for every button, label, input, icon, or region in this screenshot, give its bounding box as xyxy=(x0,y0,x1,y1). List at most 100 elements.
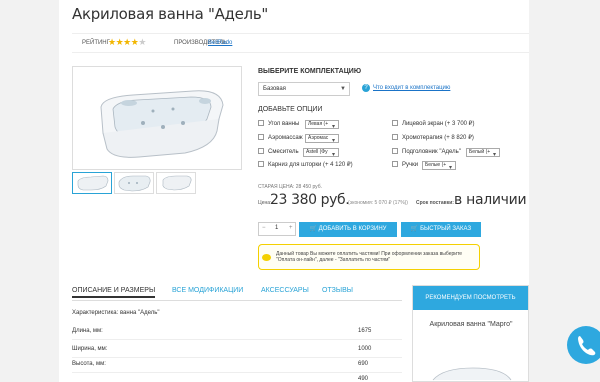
cart-icon: 🛒 xyxy=(309,226,317,232)
tab-accessories[interactable]: АКСЕССУАРЫ xyxy=(261,287,309,294)
chevron-down-icon: ▼ xyxy=(340,86,346,92)
wallet-icon xyxy=(262,254,271,261)
config-select[interactable]: Базовая ▼ xyxy=(258,82,350,96)
spec-value: 1675 xyxy=(358,328,372,334)
option-handles[interactable]: Ручки xyxy=(392,160,418,170)
config-help-link[interactable]: Что входит в комплектацию xyxy=(373,85,450,91)
specs-title: Характеристика: ванна "Адель" xyxy=(72,310,160,316)
thumbnail[interactable] xyxy=(156,172,196,194)
checkbox[interactable] xyxy=(258,161,264,168)
decrement-button[interactable]: − xyxy=(262,225,266,231)
option-label: Лицевой экран (+ 3 700 ₽) xyxy=(402,121,475,127)
bathtub-thumb-image xyxy=(118,175,151,192)
option-corner[interactable]: Угол ванны xyxy=(258,119,299,129)
checkbox[interactable] xyxy=(258,148,264,155)
spec-row: 490 xyxy=(72,370,402,382)
option-aeromassage[interactable]: Аэромассаж xyxy=(258,133,303,143)
bathtub-thumb-image xyxy=(162,175,192,191)
recommend-box: РЕКОМЕНДУЕМ ПОСМОТРЕТЬ Акриловая ванна "… xyxy=(412,285,529,382)
quick-order-button[interactable]: 🛒 БЫСТРЫЙ ЗАКАЗ xyxy=(401,222,481,237)
option-headrest[interactable]: Подголовник "Адель" xyxy=(392,147,461,157)
corner-select[interactable]: Левая (+ ▾ xyxy=(305,120,339,129)
rating-stars[interactable]: ★★★★★ xyxy=(108,37,146,48)
recommend-product-image[interactable] xyxy=(413,362,528,382)
maker-link[interactable]: BellRado xyxy=(208,40,232,46)
option-label: Аэромассаж xyxy=(268,135,303,141)
option-label: Смеситель xyxy=(268,149,299,155)
quantity-value[interactable]: 1 xyxy=(275,225,278,231)
checkbox[interactable] xyxy=(258,134,264,141)
cart-icon: 🛒 xyxy=(410,226,419,232)
phone-icon xyxy=(578,336,596,356)
chevron-down-icon: ▾ xyxy=(331,152,335,157)
star-icon: ★ xyxy=(108,37,116,47)
increment-button[interactable]: + xyxy=(289,225,293,231)
spec-key: Ширина, мм: xyxy=(72,346,108,352)
chevron-down-icon: ▾ xyxy=(492,152,496,157)
option-chromotherapy[interactable]: Хромотерапия (+ 8 820 ₽) xyxy=(392,133,474,143)
quick-order-label: БЫСТРЫЙ ЗАКАЗ xyxy=(420,226,472,232)
chevron-down-icon: ▾ xyxy=(331,124,335,129)
handles-select[interactable]: Белые (+ ▾ xyxy=(422,161,456,170)
mixer-select[interactable]: Astell (Фу ▾ xyxy=(303,148,339,157)
thumbnail[interactable] xyxy=(114,172,154,194)
option-label: Подголовник "Адель" xyxy=(402,149,461,155)
economy: (экономия: 5 070 ₽ (17%)) xyxy=(348,200,408,206)
page-title: Акриловая ванна "Адель" xyxy=(72,5,268,23)
checkbox[interactable] xyxy=(392,161,398,168)
option-label: Хромотерапия (+ 8 820 ₽) xyxy=(402,135,474,141)
option-front-panel[interactable]: Лицевой экран (+ 3 700 ₽) xyxy=(392,119,474,129)
option-label: Ручки xyxy=(402,162,419,168)
spec-row: Длина, мм: 1675 xyxy=(72,322,402,340)
checkbox[interactable] xyxy=(392,134,398,141)
thumbnail[interactable] xyxy=(72,172,112,194)
delivery-label: Срок поставки: xyxy=(416,200,454,206)
recommend-product-link[interactable]: Акриловая ванна "Марго" xyxy=(423,320,519,329)
tab-description[interactable]: ОПИСАНИЕ И РАЗМЕРЫ xyxy=(72,287,156,298)
spec-value: 1000 xyxy=(358,346,372,352)
tab-reviews[interactable]: ОТЗЫВЫ xyxy=(322,287,353,294)
price: 23 380 руб. xyxy=(270,192,350,208)
product-photo[interactable] xyxy=(72,66,242,170)
headrest-select-value: Белый (+ xyxy=(469,149,491,155)
notice-text: Данный товар Вы можете оплатить частями!… xyxy=(276,251,463,263)
product-tabs: ОПИСАНИЕ И РАЗМЕРЫ ВСЕ МОДИФИКАЦИИ АКСЕС… xyxy=(72,285,402,301)
installment-notice: Данный товар Вы можете оплатить частями!… xyxy=(258,244,480,270)
chevron-down-icon: ▾ xyxy=(448,165,452,170)
spec-value: 490 xyxy=(358,376,369,382)
option-curtain-rod[interactable]: Карниз для шторки (+ 4 120 ₽) xyxy=(258,160,353,170)
add-to-cart-label: ДОБАВИТЬ В КОРЗИНУ xyxy=(318,226,387,232)
checkbox[interactable] xyxy=(392,148,398,155)
spec-key: Высота, мм: xyxy=(72,361,106,367)
checkbox[interactable] xyxy=(392,120,398,127)
rating-label: РЕЙТИНГ xyxy=(82,40,110,46)
options-heading: ДОБАВЬТЕ ОПЦИИ xyxy=(258,106,323,113)
headrest-select[interactable]: Белый (+ ▾ xyxy=(466,148,500,157)
tab-modifications[interactable]: ВСЕ МОДИФИКАЦИИ xyxy=(172,287,243,294)
bathtub-image xyxy=(100,90,224,158)
aeromassage-select[interactable]: Аэромас ▾ xyxy=(305,134,339,143)
product-meta-bar: РЕЙТИНГ ★★★★★ ПРОИЗВОДИТЕЛЬ: BellRado xyxy=(72,33,529,53)
recommend-header: РЕКОМЕНДУЕМ ПОСМОТРЕТЬ xyxy=(413,286,528,310)
chevron-down-icon: ▾ xyxy=(331,138,335,143)
old-price: СТАРАЯ ЦЕНА: 28 450 руб. xyxy=(258,184,322,190)
corner-select-value: Левая (+ xyxy=(308,121,329,127)
spec-value: 690 xyxy=(358,361,369,367)
question-icon[interactable]: ? xyxy=(362,84,370,92)
checkbox[interactable] xyxy=(258,120,264,127)
price-row: Цена: 23 380 руб. (экономия: 5 070 ₽ (17… xyxy=(258,192,528,212)
option-mixer[interactable]: Смеситель xyxy=(258,147,299,157)
add-to-cart-button[interactable]: 🛒 ДОБАВИТЬ В КОРЗИНУ xyxy=(299,222,397,237)
config-heading: ВЫБЕРИТЕ КОМПЛЕКТАЦИЮ xyxy=(258,68,362,75)
option-label: Карниз для шторки (+ 4 120 ₽) xyxy=(268,162,353,168)
spec-key: Длина, мм: xyxy=(72,328,103,334)
quantity-stepper[interactable]: − 1 + xyxy=(258,222,296,236)
stock-status: в наличии xyxy=(454,192,527,208)
call-button[interactable] xyxy=(567,326,600,364)
mixer-select-value: Astell (Фу xyxy=(306,149,328,155)
star-icon: ★ xyxy=(123,37,131,47)
handles-select-value: Белые (+ xyxy=(425,162,447,168)
aeromassage-select-value: Аэромас xyxy=(308,135,329,141)
bathtub-thumb-image xyxy=(77,175,109,191)
star-empty-icon: ★ xyxy=(138,37,146,47)
